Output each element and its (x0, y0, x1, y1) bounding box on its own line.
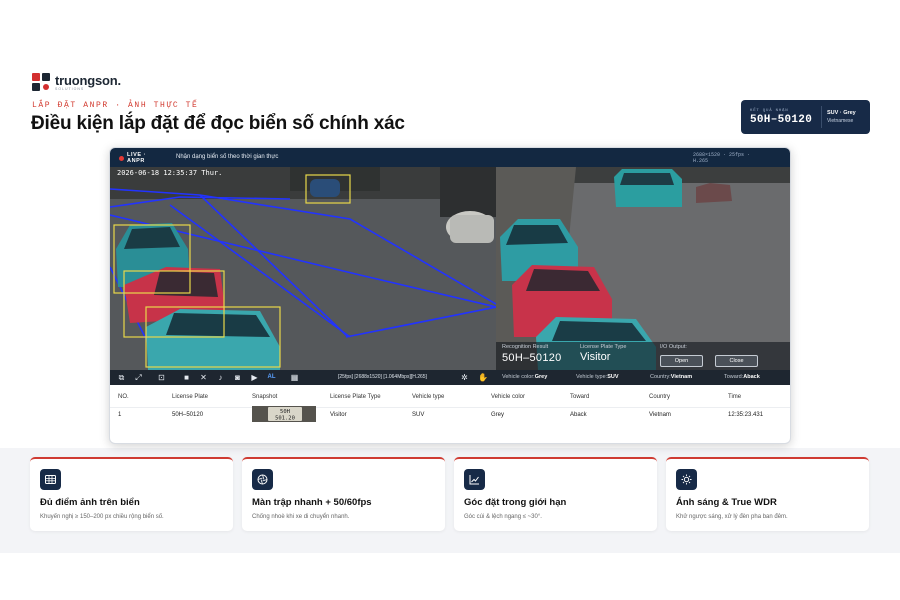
capture-icon[interactable]: ⊡ (157, 373, 166, 382)
page-title: Điều kiện lắp đặt để đọc biển số chính x… (31, 113, 405, 134)
divider (110, 407, 790, 408)
open-button[interactable]: Open (660, 355, 703, 367)
vehicle-color: Vehicle color:Grey (502, 374, 547, 380)
toward-value: Aback (743, 374, 760, 380)
feature-card-angle: Góc đặt trong giới hạn Góc cúi & lệch ng… (454, 457, 657, 531)
feature-desc: Góc cúi & lệch ngang ≤ ~30°. (464, 514, 542, 520)
vehicle-type-label: Vehicle type: (576, 374, 608, 380)
feature-title: Góc đặt trong giới hạn (464, 497, 567, 508)
table-cell[interactable]: Visitor (330, 412, 347, 418)
column-header: Vehicle color (491, 394, 526, 400)
page: truongson. SOLUTIONS LẮP ĐẶT ANPR · ẢNH … (0, 0, 900, 600)
window-title: Nhận dạng biển số theo thời gian thực (176, 154, 279, 160)
mic-icon[interactable]: ♪ (216, 373, 225, 382)
vehicle-attributes: Vehicle color:Grey Vehicle type:SUV Coun… (496, 370, 790, 385)
vehicle-color-value: Grey (534, 374, 548, 380)
toward: Toward:Aback (724, 374, 760, 380)
result-card-label: KẾT QUẢ NHẬN (750, 108, 789, 113)
recognition-result-label: Recognition Result (502, 344, 549, 350)
camera-view-left[interactable]: 2026-06-18 12:35:37 Thur. (110, 167, 496, 370)
feature-desc: Chống nhoè khi xe di chuyển nhanh. (252, 514, 350, 520)
feature-title: Màn trập nhanh + 50/60fps (252, 497, 372, 508)
feature-desc: Khử ngược sáng, xử lý đèn pha ban đêm. (676, 514, 788, 520)
fullscreen-icon[interactable]: ⤢ (134, 373, 143, 382)
feature-card-lighting: Ánh sáng & True WDR Khử ngược sáng, xử l… (666, 457, 869, 531)
feature-desc: Khuyến nghị ≥ 150–200 px chiều rộng biển… (40, 514, 164, 520)
vehicle-color-label: Vehicle color: (502, 374, 535, 380)
country: Country:Vietnam (650, 374, 692, 380)
camera-view-right[interactable] (496, 167, 790, 370)
table-cell[interactable]: SUV (412, 412, 424, 418)
snapshot-text-top: 50H (280, 409, 290, 415)
hand-icon[interactable]: ✋ (478, 373, 488, 382)
vehicle-type-value: SUV (607, 374, 619, 380)
player-toolbar: ⧉ ⤢ ⊡ ■ ✕ ♪ ◙ ▶ AL ▦ [25fps] [2688x1520]… (110, 370, 496, 385)
recognized-plate: 50H–50120 (502, 352, 562, 364)
brand-logo[interactable]: truongson. SOLUTIONS (32, 73, 121, 92)
anpr-label: ANPR (127, 158, 145, 164)
brand-name: truongson. (55, 72, 121, 88)
io-output-label: I/O Output: (660, 344, 687, 350)
stream-info-codec: H.265 (693, 158, 709, 164)
grid-icon (40, 469, 61, 490)
column-header: License Plate Type (330, 394, 381, 400)
result-card-plate: 50H–50120 (750, 113, 813, 126)
chart-angle-icon (464, 469, 485, 490)
plate-type-label: License Plate Type (580, 344, 627, 350)
window-icon[interactable]: ⧉ (117, 373, 126, 382)
ai-icon[interactable]: AL (267, 373, 276, 382)
table-cell[interactable]: 50H–50120 (172, 412, 203, 418)
table-cell[interactable]: Grey (491, 412, 504, 418)
stop-icon[interactable]: ■ (182, 373, 191, 382)
brand-sub: SOLUTIONS (55, 86, 85, 91)
street-scene (110, 167, 496, 370)
country-value: Vietnam (670, 374, 693, 380)
layout-icon[interactable]: ▦ (290, 373, 299, 382)
country-label: Country: (650, 374, 671, 380)
vehicle-type: Vehicle type:SUV (576, 374, 619, 380)
table-cell[interactable]: 12:35:23.431 (728, 412, 763, 418)
eyebrow: LẮP ĐẶT ANPR · ẢNH THỰC TẾ (32, 101, 199, 110)
sun-icon (676, 469, 697, 490)
live-indicator: LIVE · ANPR (119, 152, 146, 164)
column-header: License Plate (172, 394, 209, 400)
column-header: Country (649, 394, 671, 400)
feature-title: Đủ điểm ảnh trên biển (40, 497, 140, 508)
live-dot-icon (119, 155, 124, 161)
snapshot-text-bottom: 501.20 (275, 416, 295, 422)
logo-mark-icon (32, 73, 51, 92)
feature-card-pixels: Đủ điểm ảnh trên biển Khuyến nghị ≥ 150–… (30, 457, 233, 531)
plate-snapshot[interactable]: 50H 501.20 (252, 406, 316, 422)
recognized-plate-type: Visitor (580, 351, 611, 363)
column-header: NO. (118, 394, 129, 400)
timestamp: 2026-06-18 12:35:37 Thur. (117, 169, 223, 177)
feature-card-shutter: Màn trập nhanh + 50/60fps Chống nhoè khi… (242, 457, 445, 531)
table-cell[interactable]: Aback (570, 412, 587, 418)
window-header: LIVE · ANPR Nhận dạng biển số theo thời … (110, 148, 790, 167)
result-card: KẾT QUẢ NHẬN 50H–50120 SUV · Grey Vietna… (741, 100, 870, 134)
plate-capture-scene (496, 167, 790, 370)
result-card-vehicle: SUV · Grey (827, 110, 856, 116)
table-cell[interactable]: 1 (118, 412, 121, 418)
camera-icon[interactable]: ◙ (233, 373, 242, 382)
plate-snapshot-image: 50H 501.20 (252, 406, 316, 422)
column-header: Toward (570, 394, 590, 400)
column-header: Snapshot (252, 394, 278, 400)
result-card-country: Vietnamese (827, 118, 854, 124)
settings-icon[interactable]: ✲ (460, 373, 469, 382)
mute-icon[interactable]: ✕ (199, 373, 208, 382)
table-cell[interactable]: Vietnam (649, 412, 671, 418)
shutter-icon (252, 469, 273, 490)
toward-label: Toward: (724, 374, 744, 380)
column-header: Time (728, 394, 742, 400)
close-button[interactable]: Close (715, 355, 758, 367)
record-icon[interactable]: ▶ (250, 373, 259, 382)
feature-title: Ánh sáng & True WDR (676, 497, 777, 508)
anpr-window: LIVE · ANPR Nhận dạng biển số theo thời … (109, 147, 791, 444)
stream-status: [25fps] [2688x1520] [1.064Mbps][H.265] (338, 374, 427, 380)
stream-info: 2688×1520 · 25fps · H.265 (693, 152, 755, 164)
column-header: Vehicle type (412, 394, 445, 400)
